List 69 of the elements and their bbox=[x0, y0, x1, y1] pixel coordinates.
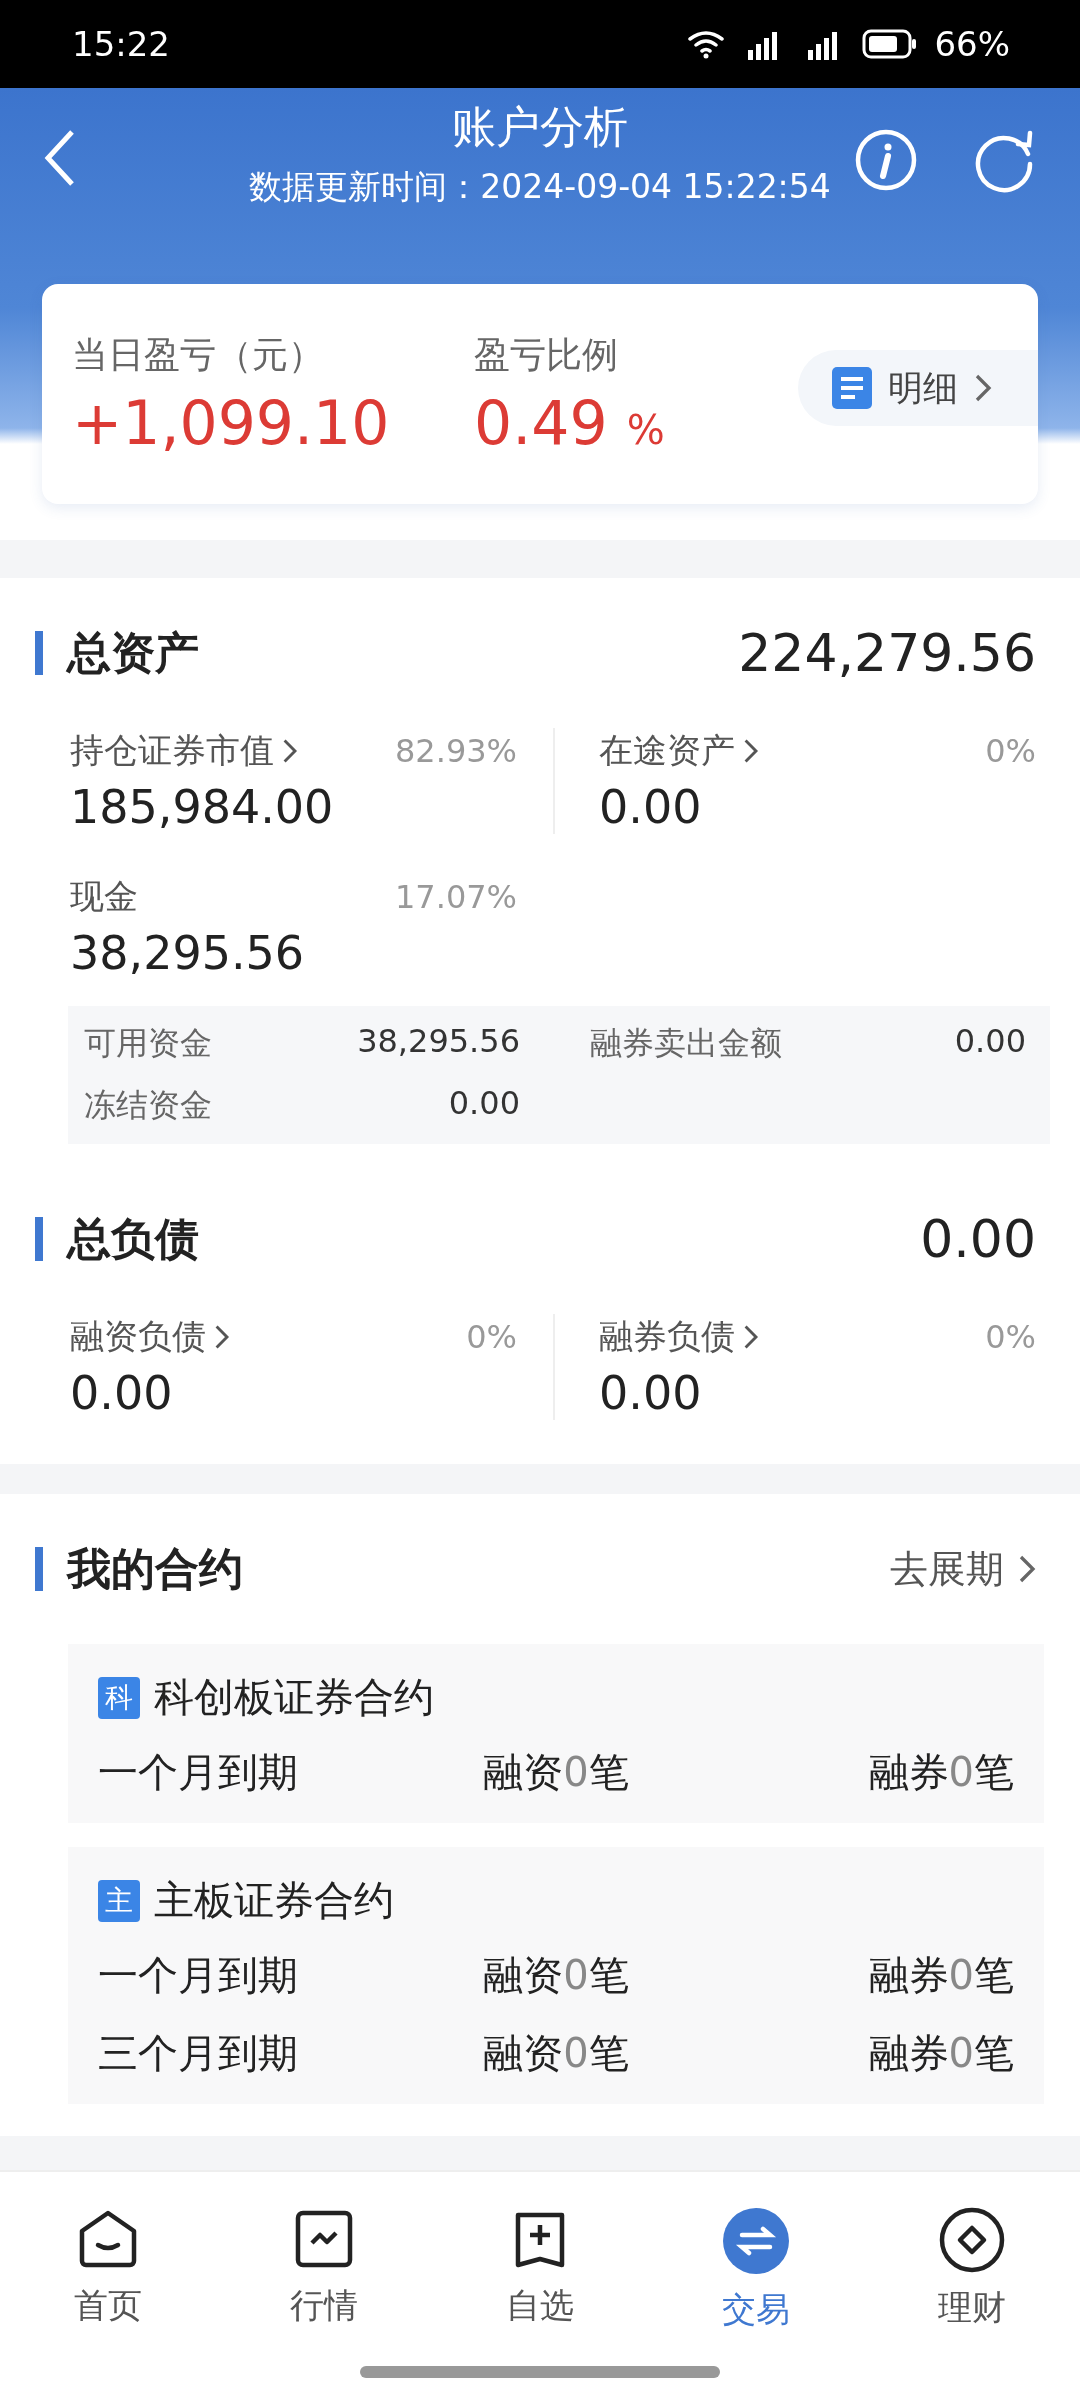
detail-value: 0.00 bbox=[448, 1084, 520, 1124]
percent-text: 0% bbox=[466, 1318, 517, 1356]
item-label: 现金 bbox=[70, 875, 138, 918]
detail-label: 可用资金 bbox=[84, 1023, 212, 1064]
status-time: 15:22 bbox=[72, 24, 170, 64]
board-badge: 主 bbox=[98, 1879, 140, 1922]
detail-label: 融券卖出金额 bbox=[590, 1023, 782, 1064]
percent-text: 0% bbox=[985, 1318, 1036, 1356]
count-text: 融券0笔 bbox=[868, 1747, 1014, 1797]
count-text: 融资0笔 bbox=[483, 2028, 630, 2078]
section-title: 总负债 bbox=[67, 1211, 199, 1266]
daily-profit-label: 当日盈亏（元） bbox=[72, 332, 325, 377]
page-title: 账户分析 bbox=[452, 100, 628, 154]
amount-text: 0.00 bbox=[599, 780, 703, 834]
info-button[interactable] bbox=[854, 128, 918, 192]
chevron-right-icon bbox=[1018, 1554, 1036, 1584]
percent-text: 82.93% bbox=[395, 732, 517, 770]
count-text: 融资0笔 bbox=[483, 1950, 630, 2000]
list-icon bbox=[832, 367, 872, 409]
chevron-right-icon bbox=[214, 1324, 230, 1350]
battery-percent: 66% bbox=[934, 24, 1010, 64]
chevron-right-icon bbox=[743, 738, 759, 764]
nav-tab[interactable]: 交易 bbox=[648, 2206, 864, 2334]
count-text: 融券0笔 bbox=[868, 2028, 1014, 2078]
profit-ratio-label: 盈亏比例 bbox=[474, 332, 619, 377]
battery-icon bbox=[862, 29, 919, 59]
chevron-right-icon bbox=[282, 738, 298, 764]
section-title: 我的合约 bbox=[67, 1541, 243, 1596]
amount-text: 38,295.56 bbox=[70, 926, 306, 980]
chevron-right-icon bbox=[974, 373, 992, 403]
contract-title: 主板证券合约 bbox=[154, 1876, 394, 1925]
board-badge: 科 bbox=[98, 1676, 140, 1719]
percent-text: 0% bbox=[985, 732, 1036, 770]
section-marker bbox=[35, 1217, 43, 1261]
nav-tab[interactable]: 首页 bbox=[0, 2206, 216, 2330]
contract-title: 科创板证券合约 bbox=[154, 1673, 434, 1722]
section-marker bbox=[35, 631, 43, 675]
detail-value: 38,295.56 bbox=[357, 1022, 520, 1062]
total-amount: 224,279.56 bbox=[738, 623, 1036, 683]
item-link[interactable]: 融资负债 bbox=[70, 1314, 230, 1360]
nav-tab[interactable]: 理财 bbox=[864, 2206, 1080, 2332]
diamond-circle-icon bbox=[939, 2207, 1005, 2273]
chevron-right-icon bbox=[743, 1324, 759, 1350]
detail-label: 冻结资金 bbox=[84, 1085, 212, 1126]
percent-text: 17.07% bbox=[395, 878, 517, 916]
term-text: 一个月到期 bbox=[98, 1747, 299, 1797]
detail-value: 0.00 bbox=[954, 1022, 1026, 1062]
wifi-icon bbox=[686, 29, 727, 59]
daily-profit-value: +1,099.10 bbox=[72, 387, 391, 458]
profit-ratio-value: 0.49 % bbox=[474, 387, 666, 458]
count-text: 融券0笔 bbox=[868, 1950, 1014, 2000]
exchange-icon bbox=[722, 2207, 790, 2275]
nav-tab[interactable]: 自选 bbox=[432, 2206, 648, 2330]
term-text: 一个月到期 bbox=[98, 1950, 299, 2000]
details-button[interactable]: 明细 bbox=[798, 350, 1038, 426]
extend-link[interactable]: 去展期 bbox=[890, 1543, 1036, 1595]
item-link[interactable]: 融券负债 bbox=[599, 1314, 759, 1360]
term-text: 三个月到期 bbox=[98, 2028, 299, 2078]
amount-text: 0.00 bbox=[70, 1366, 174, 1420]
update-time-text: 数据更新时间：2024-09-04 15:22:54 bbox=[249, 166, 831, 208]
count-text: 融资0笔 bbox=[483, 1747, 630, 1797]
item-link[interactable]: 在途资产 bbox=[599, 728, 759, 774]
section-title: 总资产 bbox=[67, 625, 199, 680]
amount-text: 185,984.00 bbox=[70, 780, 335, 834]
item-link[interactable]: 持仓证券市值 bbox=[70, 728, 298, 774]
nav-tab[interactable]: 行情 bbox=[216, 2206, 432, 2330]
total-amount: 0.00 bbox=[920, 1209, 1036, 1269]
section-marker bbox=[35, 1547, 43, 1591]
amount-text: 0.00 bbox=[599, 1366, 703, 1420]
